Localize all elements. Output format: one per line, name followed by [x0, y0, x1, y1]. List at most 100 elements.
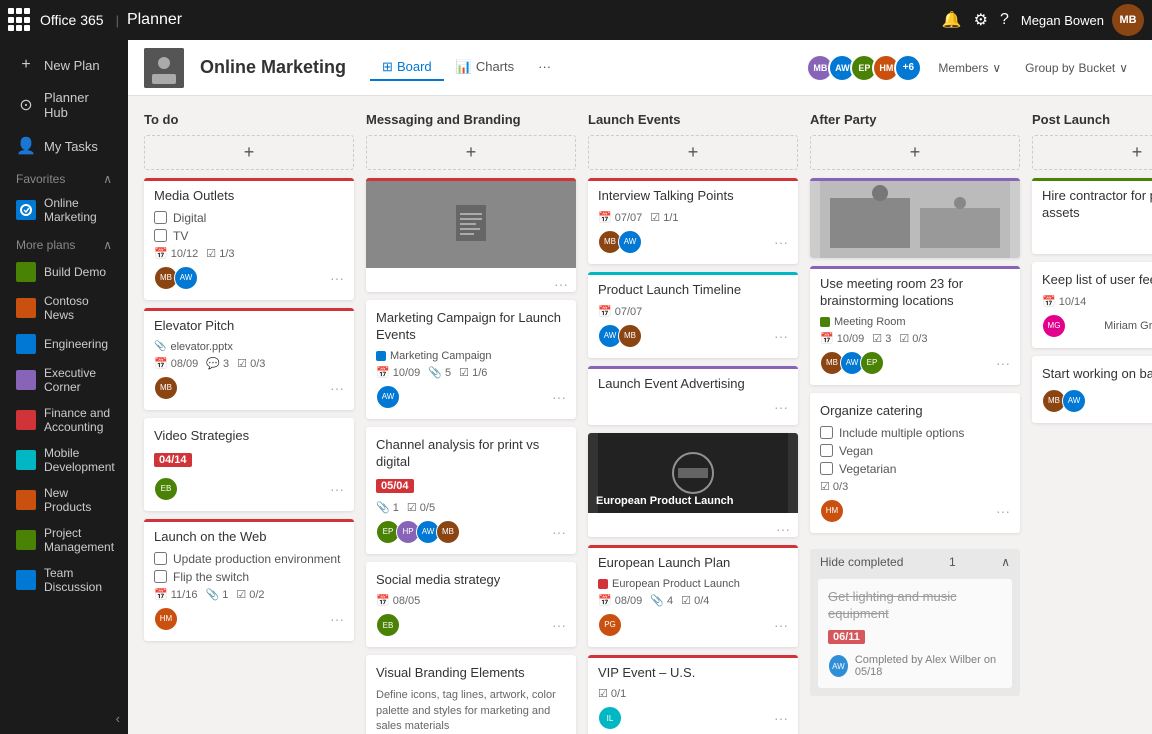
members-more-badge[interactable]: +6: [894, 54, 922, 82]
sidebar-item-team-discussion[interactable]: Team Discussion: [0, 560, 128, 600]
card-title: European Launch Plan: [598, 555, 788, 572]
checkbox-multiple-options[interactable]: Include multiple options: [820, 426, 1010, 440]
charts-tab-label: Charts: [476, 59, 514, 74]
add-card-todo[interactable]: +: [144, 135, 354, 170]
card-more-btn[interactable]: ···: [330, 270, 344, 286]
tab-charts[interactable]: 📊 Charts: [444, 55, 526, 81]
sidebar-item-finance-accounting[interactable]: Finance and Accounting: [0, 400, 128, 440]
add-card-post-launch[interactable]: +: [1032, 135, 1152, 170]
card-meta: 📅 11/16 📎 1 ☑ 0/2: [154, 588, 344, 601]
card-avatar: EB: [376, 613, 400, 637]
sidebar-item-my-tasks[interactable]: 👤 My Tasks: [0, 128, 128, 164]
meta-attachments: 📎 1: [205, 588, 228, 601]
card-more-btn[interactable]: ···: [330, 481, 344, 497]
card-more-btn[interactable]: ···: [996, 503, 1010, 519]
card-product-launch-timeline[interactable]: Product Launch Timeline 📅 07/07 AW MB ··…: [588, 272, 798, 358]
card-meeting-room-23[interactable]: Use meeting room 23 for brainstorming lo…: [810, 266, 1020, 385]
card-avatars: EB: [154, 477, 178, 501]
card-more-btn[interactable]: ···: [552, 524, 566, 540]
card-marketing-campaign[interactable]: Marketing Campaign for Launch Events Mar…: [366, 300, 576, 419]
sidebar-item-build-demo[interactable]: Build Demo: [0, 256, 128, 288]
new-plan-label: New Plan: [44, 58, 100, 73]
bucket-header-messaging: Messaging and Branding: [366, 112, 576, 135]
meta-tasks: ☑ 3: [872, 332, 891, 345]
card-media-outlets[interactable]: Media Outlets Digital TV 📅 10/12 ☑ 1/3 M…: [144, 178, 354, 300]
card-title: Launch on the Web: [154, 529, 344, 546]
card-launch-advertising[interactable]: Launch Event Advertising ···: [588, 366, 798, 425]
app-grid-icon[interactable]: [8, 8, 32, 32]
sidebar-item-new-plan[interactable]: + New Plan: [0, 48, 128, 82]
card-avatars: PG: [598, 613, 622, 637]
checkbox-flip-switch[interactable]: Flip the switch: [154, 570, 344, 584]
more-plans-collapse-btn[interactable]: ∧: [103, 238, 112, 252]
card-channel-analysis[interactable]: Channel analysis for print vs digital 05…: [366, 427, 576, 554]
user-profile[interactable]: Megan Bowen MB: [1021, 4, 1144, 36]
meta-tasks: ☑ 0/3: [820, 480, 848, 493]
help-icon[interactable]: ?: [1000, 11, 1009, 29]
sidebar-item-contoso-news[interactable]: Contoso News: [0, 288, 128, 328]
checkbox-tv[interactable]: TV: [154, 229, 344, 243]
card-more-btn[interactable]: ···: [554, 276, 568, 292]
card-user-feedback[interactable]: Keep list of user feedback 📅 10/14 MG Mi…: [1032, 262, 1152, 348]
card-organize-catering[interactable]: Organize catering Include multiple optio…: [810, 393, 1020, 533]
card-meta: 📅 10/09 ☑ 3 ☑ 0/3: [820, 332, 1010, 345]
card-more-btn[interactable]: ···: [774, 710, 788, 726]
sidebar-item-engineering[interactable]: Engineering: [0, 328, 128, 360]
sidebar-item-mobile-development[interactable]: Mobile Development: [0, 440, 128, 480]
card-vip-event[interactable]: VIP Event – U.S. ☑ 0/1 IL ···: [588, 655, 798, 734]
card-more-btn[interactable]: ···: [996, 355, 1010, 371]
card-elevator-pitch[interactable]: Elevator Pitch 📎 elevator.pptx 📅 08/09 💬…: [144, 308, 354, 410]
card-title: Keep list of user feedback: [1042, 272, 1152, 289]
sidebar-toggle-btn[interactable]: ‹: [0, 703, 128, 734]
bucket-title-launch-events: Launch Events: [588, 112, 680, 127]
checkbox-vegan[interactable]: Vegan: [820, 444, 1010, 458]
card-meeting-room-image[interactable]: [810, 178, 1020, 258]
card-european-launch-plan[interactable]: European Launch Plan European Product La…: [588, 545, 798, 647]
card-backlog-items[interactable]: Start working on backlog items MB AW ···: [1032, 356, 1152, 423]
completed-header-after-party[interactable]: Hide completed 1 ∧: [810, 549, 1020, 575]
add-card-messaging[interactable]: +: [366, 135, 576, 170]
group-by-btn[interactable]: Group by Bucket ∨: [1017, 57, 1136, 79]
card-avatar: HM: [154, 607, 178, 631]
card-more-btn[interactable]: ···: [330, 380, 344, 396]
card-more-btn[interactable]: ···: [774, 399, 788, 415]
completed-section-after-party: Hide completed 1 ∧ Get lighting and musi…: [810, 549, 1020, 697]
card-more-btn[interactable]: ···: [552, 389, 566, 405]
tab-board[interactable]: ⊞ Board: [370, 55, 444, 81]
card-visual-branding[interactable]: Visual Branding Elements Define icons, t…: [366, 655, 576, 734]
favorites-collapse-btn[interactable]: ∧: [103, 172, 112, 186]
tab-more[interactable]: ···: [526, 55, 563, 81]
plan-icon-executive-corner: [16, 370, 36, 390]
add-card-launch-events[interactable]: +: [588, 135, 798, 170]
add-card-after-party[interactable]: +: [810, 135, 1020, 170]
card-more-btn[interactable]: ···: [774, 234, 788, 250]
card-interview-talking[interactable]: Interview Talking Points 📅 07/07 ☑ 1/1 M…: [588, 178, 798, 264]
card-more-btn[interactable]: ···: [776, 521, 790, 537]
sidebar-item-project-management[interactable]: Project Management: [0, 520, 128, 560]
card-doc-image[interactable]: ···: [366, 178, 576, 292]
meta-sub-tasks: ☑ 0/3: [899, 332, 927, 345]
card-meta: 📅 07/07: [598, 305, 788, 318]
card-more-btn[interactable]: ···: [774, 328, 788, 344]
sidebar-item-executive-corner[interactable]: Executive Corner: [0, 360, 128, 400]
settings-icon[interactable]: ⚙: [974, 10, 988, 30]
members-btn[interactable]: Members ∨: [930, 57, 1009, 79]
checkbox-update-prod[interactable]: Update production environment: [154, 552, 344, 566]
card-social-media-strategy[interactable]: Social media strategy 📅 08/05 EB ···: [366, 562, 576, 648]
card-footer: EP HP AW MB ···: [376, 520, 566, 544]
completed-card-lighting[interactable]: Get lighting and music equipment 06/11 A…: [818, 579, 1012, 689]
sidebar-item-planner-hub[interactable]: ⊙ Planner Hub: [0, 82, 128, 128]
card-more-btn[interactable]: ···: [552, 617, 566, 633]
sidebar-item-new-products[interactable]: New Products: [0, 480, 128, 520]
card-more-btn[interactable]: ···: [330, 611, 344, 627]
checkbox-digital[interactable]: Digital: [154, 211, 344, 225]
card-launch-web[interactable]: Launch on the Web Update production envi…: [144, 519, 354, 641]
sidebar-item-online-marketing[interactable]: Online Marketing: [0, 190, 128, 230]
card-more-btn[interactable]: ···: [774, 617, 788, 633]
card-hire-contractor[interactable]: Hire contractor for photography assets ·…: [1032, 178, 1152, 254]
card-european-product-launch-image[interactable]: European Product Launch ···: [588, 433, 798, 537]
checkbox-vegetarian[interactable]: Vegetarian: [820, 462, 1010, 476]
card-video-strategies[interactable]: Video Strategies 04/14 EB ···: [144, 418, 354, 511]
notifications-icon[interactable]: 🔔: [942, 10, 962, 30]
card-avatar: MG: [1042, 314, 1066, 338]
